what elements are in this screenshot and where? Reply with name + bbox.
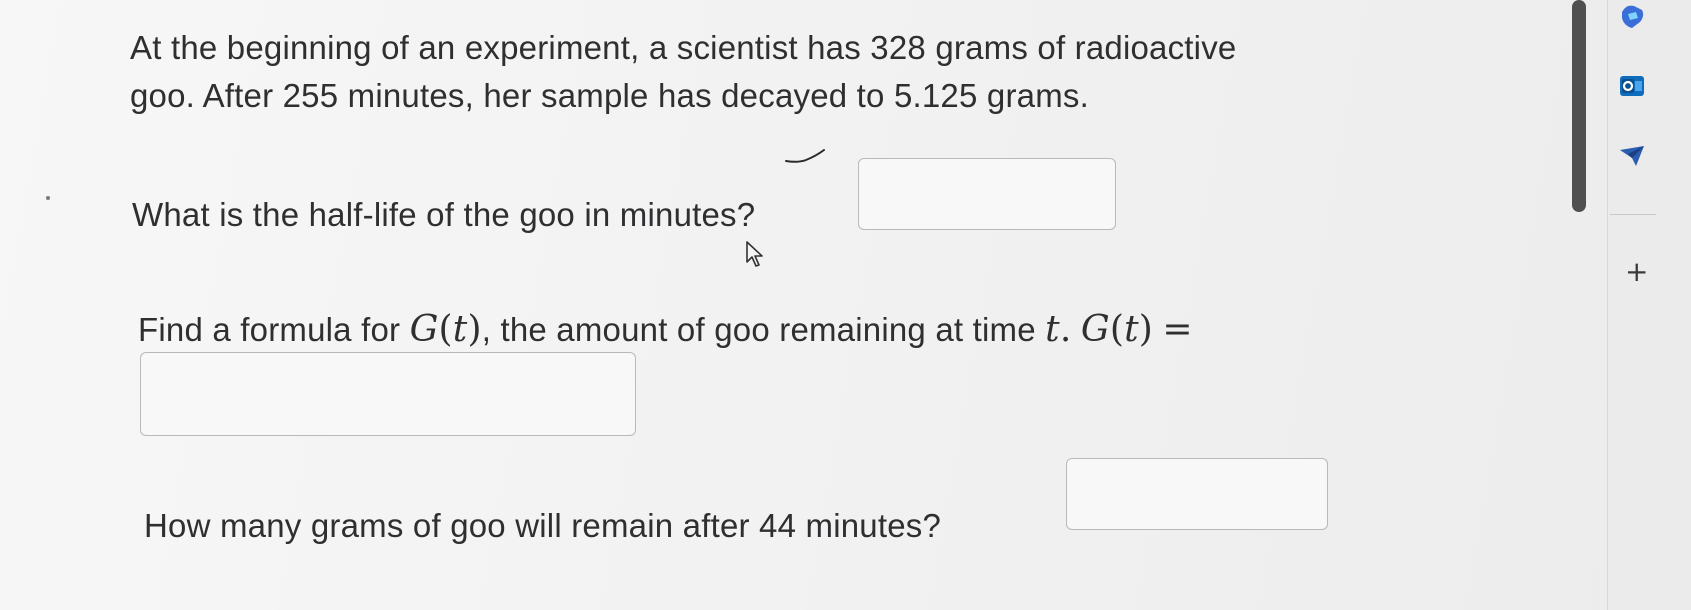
formula-input[interactable]: [140, 352, 636, 436]
outlook-icon[interactable]: [1618, 72, 1646, 100]
screen-speck: [46, 196, 50, 200]
equals-sign: =: [1162, 309, 1193, 350]
copilot-icon[interactable]: [1618, 2, 1646, 30]
lhs-paren-open: (: [1109, 309, 1125, 350]
problem-intro-line-2: goo. After 255 minutes, her sample has d…: [130, 77, 1089, 114]
half-life-input[interactable]: [858, 158, 1116, 230]
lhs-paren-close: ): [1138, 309, 1153, 350]
problem-content: At the beginning of an experiment, a sci…: [0, 0, 1600, 610]
screen: At the beginning of an experiment, a sci…: [0, 0, 1691, 610]
paren-open: (: [438, 309, 453, 350]
question-formula: Find a formula for G(t), the amount of g…: [138, 310, 1193, 350]
lhs-variable: t: [1124, 309, 1139, 350]
function-variable: t: [452, 309, 468, 350]
lhs-function-name: G: [1080, 309, 1110, 350]
time-variable: t: [1045, 309, 1060, 350]
add-button[interactable]: +: [1625, 258, 1648, 286]
mouse-cursor-icon: [746, 241, 763, 267]
remaining-grams-input[interactable]: [1066, 458, 1328, 530]
function-name: G: [409, 309, 439, 350]
scrollbar-thumb[interactable]: [1572, 0, 1586, 212]
problem-intro-line-1: At the beginning of an experiment, a sci…: [130, 29, 1237, 66]
paren-close: ): [467, 309, 482, 350]
send-icon[interactable]: [1618, 142, 1646, 170]
question-remaining-grams: How many grams of goo will remain after …: [144, 507, 942, 544]
checkmark-mark: [785, 149, 825, 163]
sidebar-divider: [1610, 214, 1656, 215]
question-half-life: What is the half-life of the goo in minu…: [132, 196, 756, 233]
sentence-period: .: [1059, 309, 1072, 350]
formula-prompt-prefix: Find a formula for: [138, 311, 410, 348]
formula-prompt-middle: , the amount of goo remaining at time: [481, 311, 1046, 348]
